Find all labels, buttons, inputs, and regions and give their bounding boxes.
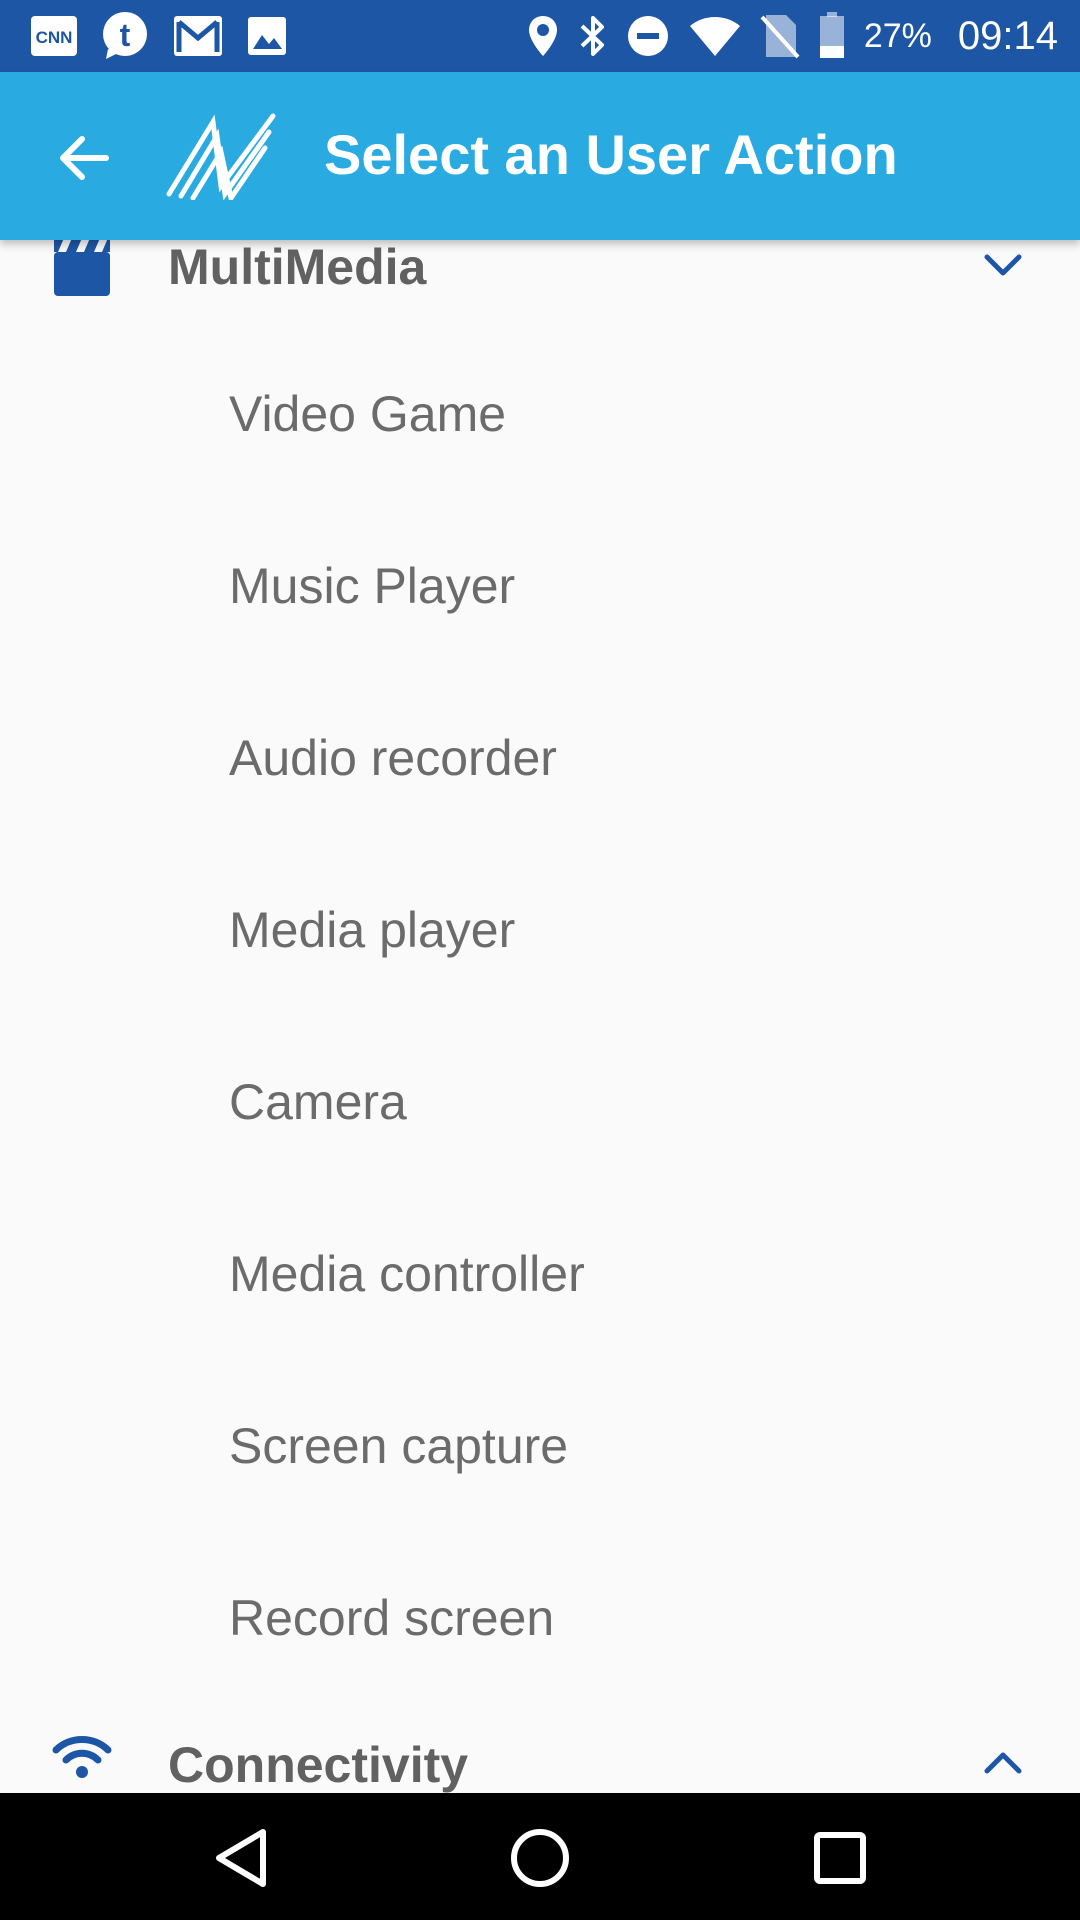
list-item-label: Media controller (229, 1246, 585, 1302)
list-item-label: Record screen (229, 1590, 555, 1646)
list-item-label: Media player (229, 902, 516, 958)
system-icons: 27% 09:14 (526, 0, 1058, 72)
list-item-music-player[interactable]: Music Player (0, 500, 1080, 672)
list-item-media-player[interactable]: Media player (0, 844, 1080, 1016)
nav-back-icon (216, 1829, 266, 1887)
wifi-icon (50, 1732, 114, 1793)
list-item-label: Music Player (229, 558, 516, 614)
chevron-up-icon[interactable] (966, 1726, 1040, 1793)
list-item-screen-capture[interactable]: Screen capture (0, 1360, 1080, 1532)
chevron-down-icon[interactable] (966, 240, 1040, 302)
location-icon (526, 14, 560, 58)
section-title: Connectivity (168, 1737, 469, 1793)
battery-percentage: 27% (863, 16, 932, 55)
list-item-record-screen[interactable]: Record screen (0, 1532, 1080, 1704)
clock: 09:14 (957, 13, 1058, 58)
no-sim-icon (760, 13, 800, 59)
wifi-icon (688, 14, 742, 58)
list-item-label: Video Game (229, 386, 507, 442)
svg-text:CNN: CNN (36, 28, 73, 47)
battery-icon (818, 12, 846, 60)
list-item-camera[interactable]: Camera (0, 1016, 1080, 1188)
do-not-disturb-icon (626, 14, 670, 58)
action-list[interactable]: MultiMedia Video Game Music Player Audio… (0, 240, 1080, 1793)
nav-home-icon (511, 1829, 569, 1887)
section-header-multimedia[interactable]: MultiMedia (0, 240, 1080, 320)
list-item-media-controller[interactable]: Media controller (0, 1188, 1080, 1360)
nav-back-button[interactable] (196, 1813, 286, 1903)
clapperboard-icon (50, 240, 114, 298)
list-item-label: Screen capture (229, 1418, 569, 1474)
app-bar: Select an User Action (0, 72, 1080, 240)
section-header-connectivity[interactable]: Connectivity (0, 1718, 1080, 1793)
list-item-label: Camera (229, 1074, 407, 1130)
list-item-video-game[interactable]: Video Game (0, 328, 1080, 500)
image-icon (246, 15, 288, 57)
arrow-left-icon (60, 136, 109, 180)
app-logo-icon (165, 112, 277, 205)
list-item-audio-recorder[interactable]: Audio recorder (0, 672, 1080, 844)
list-item-label: Audio recorder (229, 730, 557, 786)
section-title: MultiMedia (168, 240, 427, 295)
back-button[interactable] (44, 118, 124, 198)
cnn-icon: CNN (30, 15, 78, 57)
notification-icons: CNN t (30, 10, 288, 62)
nav-recents-button[interactable] (795, 1813, 885, 1903)
gmail-icon (172, 14, 224, 58)
nav-home-button[interactable] (495, 1813, 585, 1903)
tumblr-icon: t (100, 11, 150, 61)
svg-text:t: t (120, 17, 131, 53)
nav-recents-icon (814, 1832, 866, 1884)
navigation-bar (0, 1793, 1080, 1920)
page-title: Select an User Action (324, 123, 898, 186)
status-bar: CNN t 27% 09:14 (0, 0, 1080, 72)
bluetooth-icon (578, 13, 608, 59)
